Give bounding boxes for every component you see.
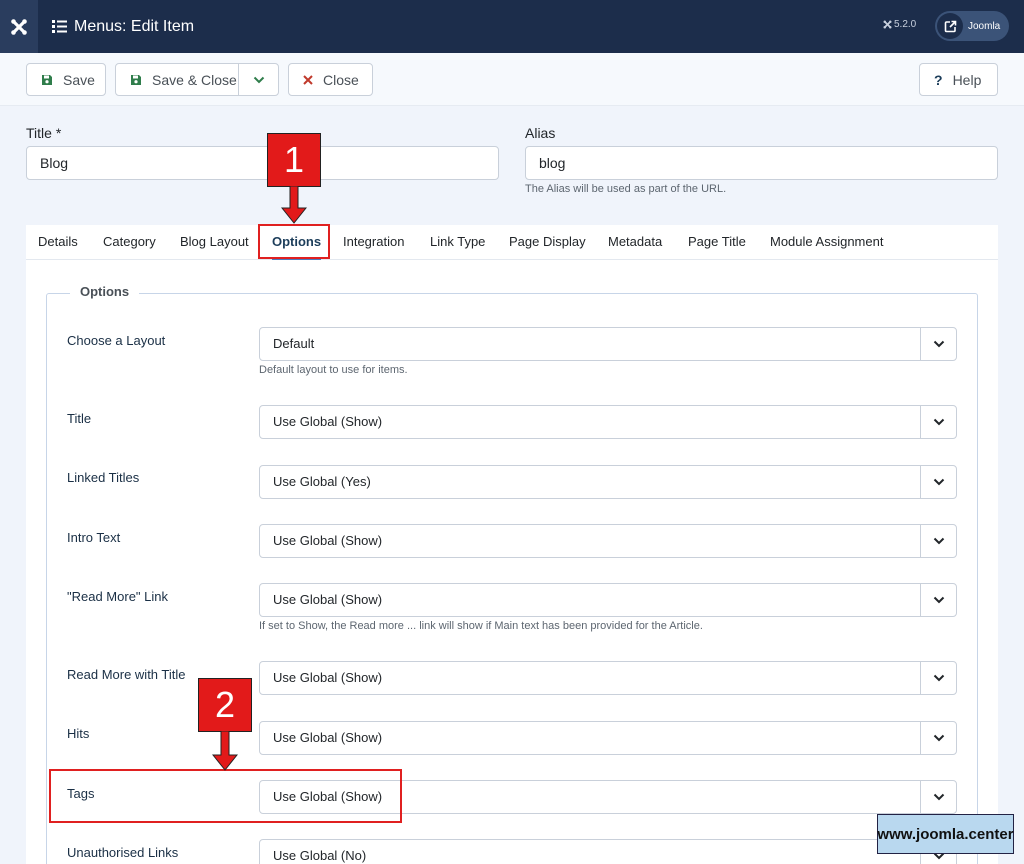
option-label-title: Title: [67, 411, 92, 426]
arrow-down-icon: [281, 186, 307, 224]
title-select[interactable]: Use Global (Show): [259, 405, 957, 439]
select-value: Default: [273, 336, 315, 351]
read-more-hint: If set to Show, the Read more ... link w…: [259, 620, 703, 632]
intro-text-select[interactable]: Use Global (Show): [259, 524, 957, 558]
tab-integration[interactable]: Integration: [343, 225, 404, 260]
tab-blog-layout[interactable]: Blog Layout: [180, 225, 249, 260]
chevron-down-icon: [920, 328, 956, 360]
title-label: Title *: [26, 125, 62, 141]
option-label-unauthorised-links: Unauthorised Links: [67, 845, 179, 860]
tab-link-type[interactable]: Link Type: [430, 225, 485, 260]
step-badge-2: 2: [198, 678, 252, 732]
close-icon: [303, 74, 313, 85]
external-link-icon: [937, 13, 963, 39]
highlight-options-tab: [258, 224, 330, 259]
option-label-hits: Hits: [67, 726, 90, 741]
save-icon: [130, 74, 142, 86]
watermark: www.joomla.center: [877, 814, 1014, 854]
hits-select[interactable]: Use Global (Show): [259, 721, 957, 755]
highlight-tags-row: [49, 769, 402, 823]
tab-bar: Details Category Blog Layout Options Int…: [26, 225, 998, 260]
tab-page-title[interactable]: Page Title: [688, 225, 746, 260]
linked-titles-select[interactable]: Use Global (Yes): [259, 465, 957, 499]
select-value: Use Global (Show): [273, 730, 383, 745]
site-link-button[interactable]: Joomla: [935, 11, 1009, 41]
save-button[interactable]: Save: [26, 63, 106, 96]
joomla-logo[interactable]: [0, 0, 38, 53]
tab-module-assignment[interactable]: Module Assignment: [770, 225, 883, 260]
chevron-down-icon: [920, 406, 956, 438]
option-label-layout: Choose a Layout: [67, 333, 166, 348]
option-label-linked-titles: Linked Titles: [67, 470, 140, 485]
read-more-title-select[interactable]: Use Global (Show): [259, 661, 957, 695]
layout-hint: Default layout to use for items.: [259, 364, 408, 376]
tab-page-display[interactable]: Page Display: [509, 225, 586, 260]
alias-input[interactable]: blog: [525, 146, 998, 180]
options-legend: Options: [70, 284, 140, 299]
page-title-text: Menus: Edit Item: [74, 17, 195, 35]
question-icon: ?: [934, 71, 943, 88]
close-button[interactable]: Close: [288, 63, 373, 96]
close-label: Close: [323, 71, 359, 88]
chevron-down-icon: [920, 662, 956, 694]
unauthorised-links-select[interactable]: Use Global (No): [259, 839, 957, 864]
select-value: Use Global (No): [273, 848, 367, 863]
help-button[interactable]: ? Help: [919, 63, 998, 96]
joomla-logo-icon: [11, 18, 27, 35]
title-input[interactable]: Blog: [26, 146, 499, 180]
alias-label: Alias: [525, 125, 556, 141]
select-value: Use Global (Show): [273, 592, 383, 607]
version-info: 5.2.0: [883, 19, 916, 30]
chevron-down-icon: [253, 76, 265, 83]
chevron-down-icon: [920, 584, 956, 616]
list-icon: [52, 20, 67, 33]
option-label-read-more: "Read More" Link: [67, 589, 168, 604]
option-label-intro-text: Intro Text: [67, 530, 121, 545]
version-text: 5.2.0: [894, 19, 917, 30]
tab-category[interactable]: Category: [103, 225, 156, 260]
page-title: Menus: Edit Item: [52, 0, 194, 53]
save-dropdown-toggle[interactable]: [239, 64, 279, 95]
chevron-down-icon: [920, 466, 956, 498]
save-label: Save: [63, 71, 95, 88]
arrow-down-icon: [212, 731, 238, 771]
save-close-label: Save & Close: [152, 71, 237, 88]
site-link-label: Joomla: [968, 20, 1001, 32]
select-value: Use Global (Show): [273, 414, 383, 429]
select-value: Use Global (Show): [273, 670, 383, 685]
select-value: Use Global (Yes): [273, 474, 371, 489]
read-more-select[interactable]: Use Global (Show): [259, 583, 957, 617]
select-value: Use Global (Show): [273, 533, 383, 548]
layout-select[interactable]: Default: [259, 327, 957, 361]
tab-details[interactable]: Details: [38, 225, 78, 260]
tab-metadata[interactable]: Metadata: [608, 225, 662, 260]
step-badge-1: 1: [267, 133, 321, 187]
chevron-down-icon: [920, 525, 956, 557]
joomla-small-icon: [883, 20, 892, 29]
help-label: Help: [952, 71, 982, 88]
alias-hint: The Alias will be used as part of the UR…: [525, 183, 727, 195]
option-label-read-more-title: Read More with Title: [67, 667, 186, 682]
chevron-down-icon: [920, 722, 956, 754]
save-close-button[interactable]: Save & Close: [115, 63, 279, 96]
toolbar: Save Save & Close Close ? Help: [0, 53, 1024, 106]
top-header: Menus: Edit Item 5.2.0 Joomla: [0, 0, 1024, 53]
save-icon: [41, 74, 53, 86]
chevron-down-icon: [920, 781, 956, 813]
